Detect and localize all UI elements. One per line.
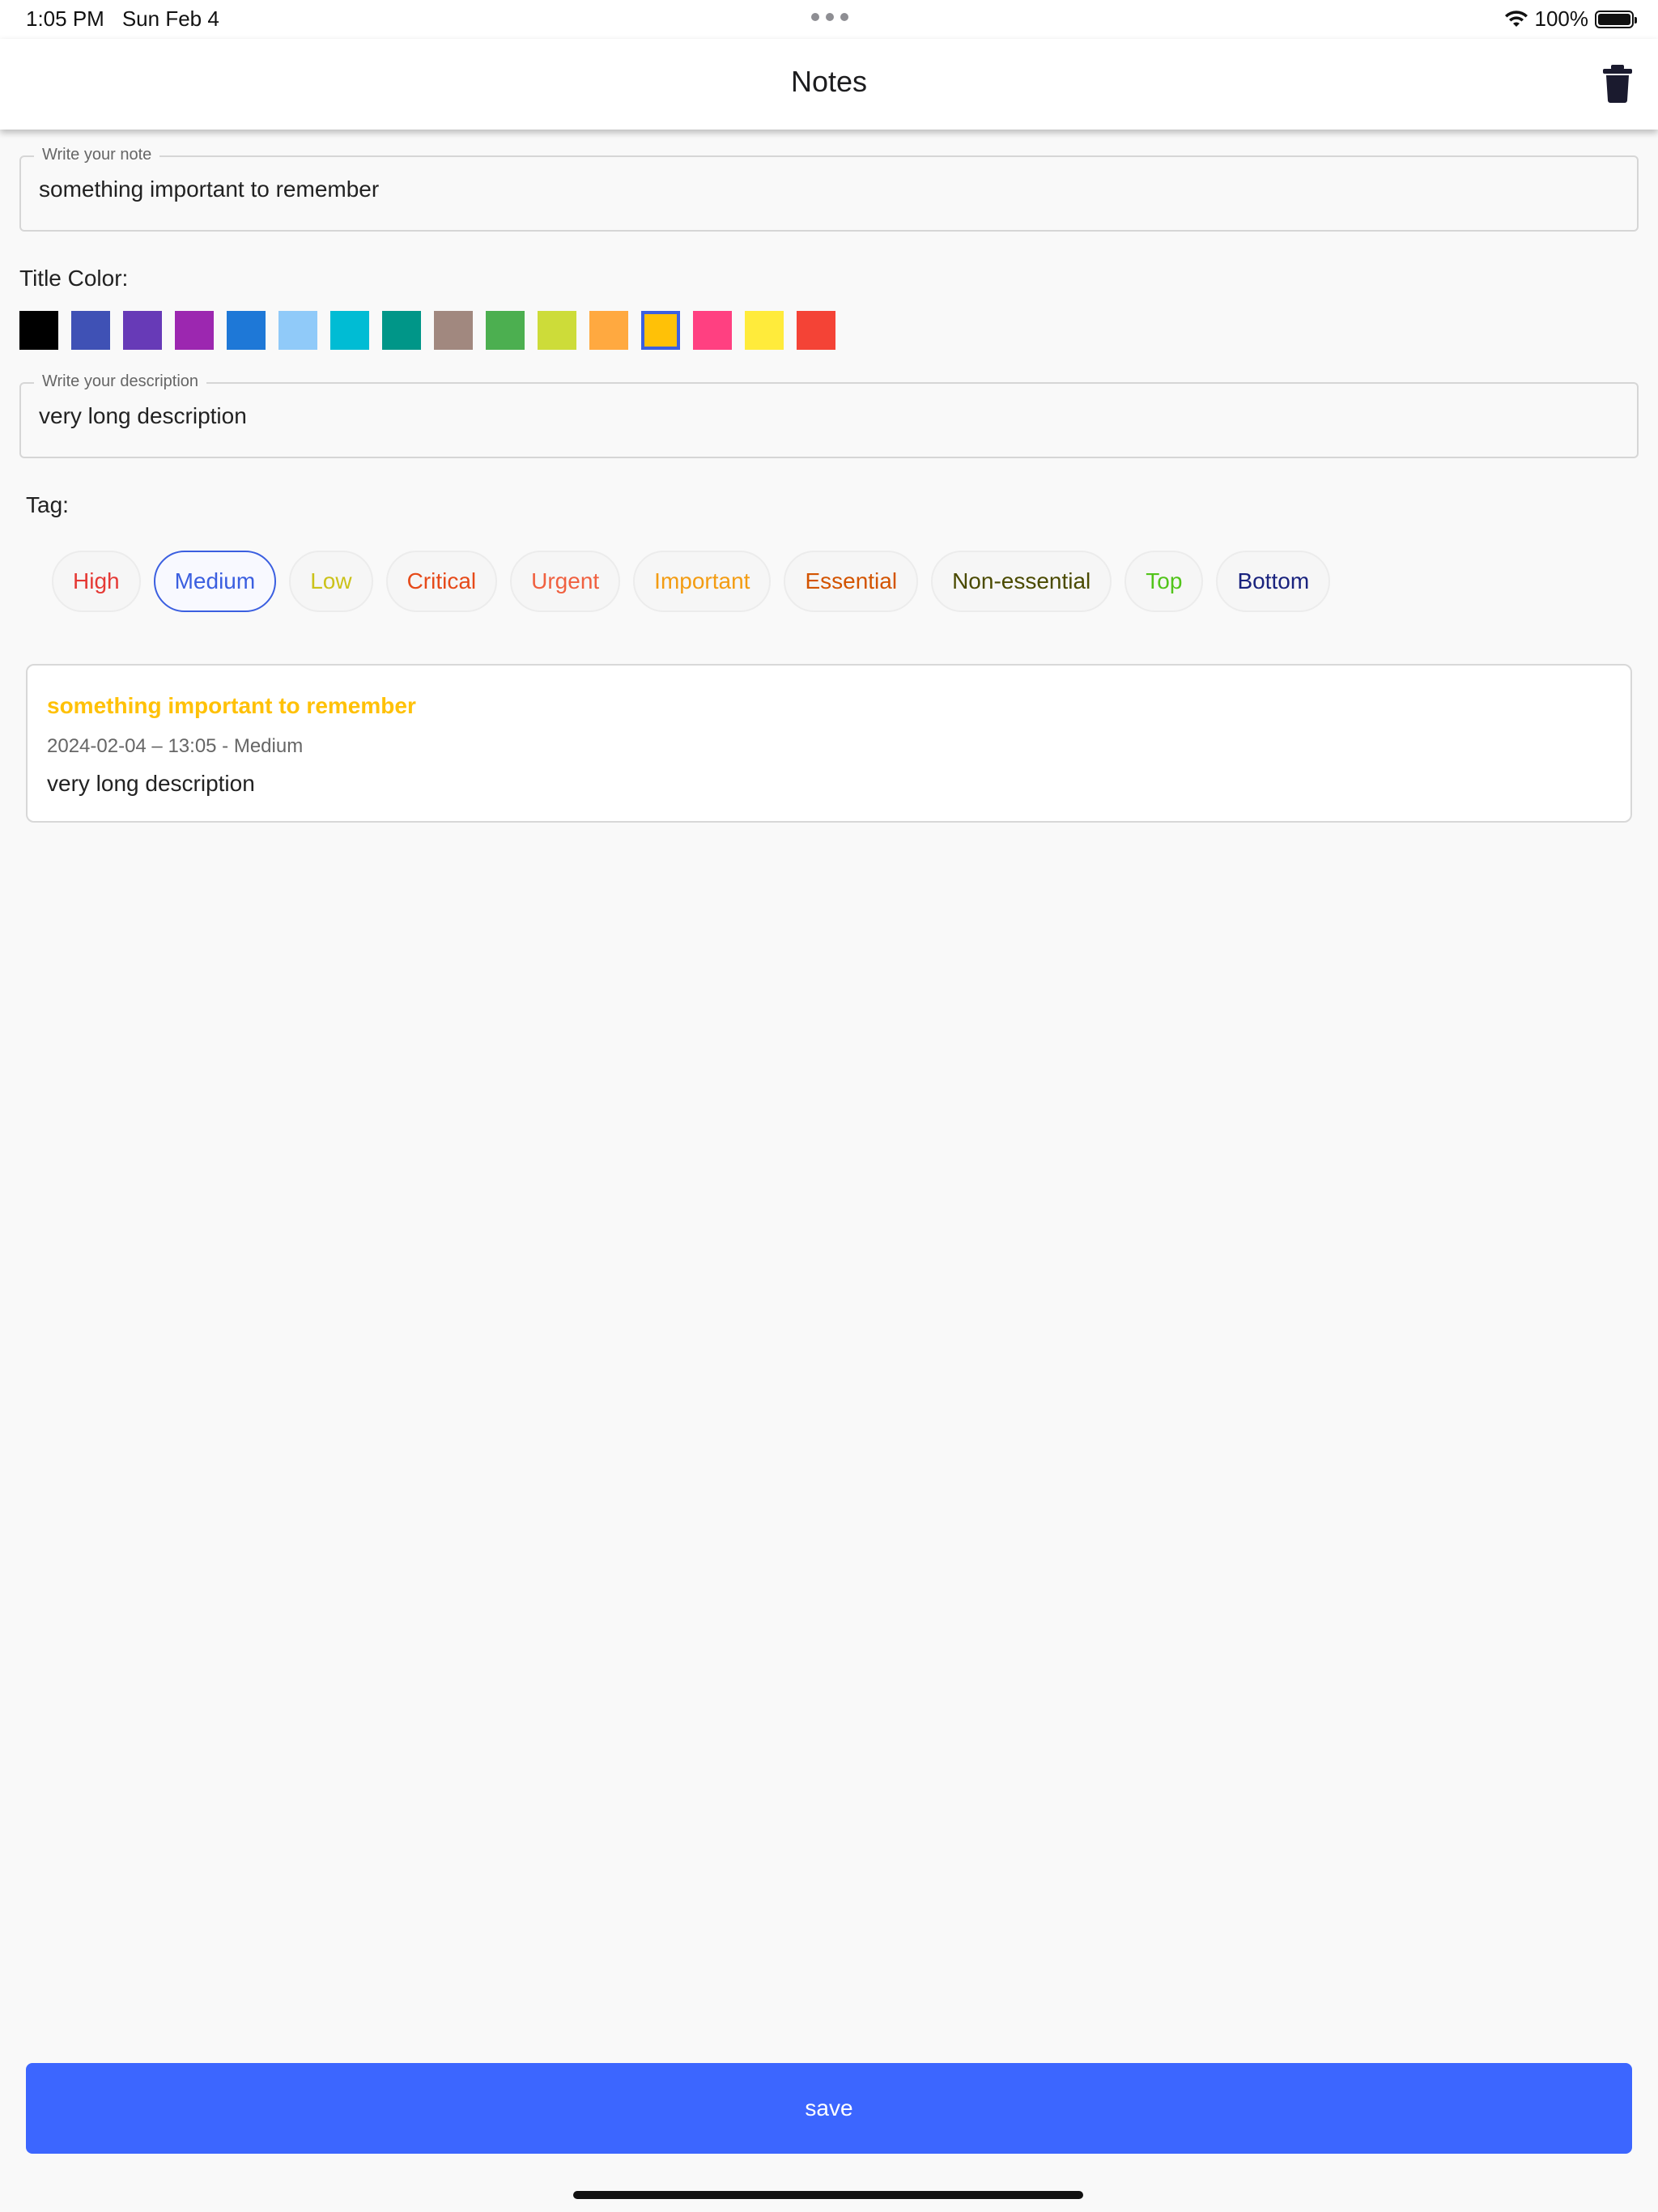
- color-swatch[interactable]: [19, 311, 58, 350]
- tag-chip-low[interactable]: Low: [289, 551, 373, 612]
- note-input[interactable]: [39, 172, 1577, 207]
- color-swatch[interactable]: [330, 311, 369, 350]
- delete-button[interactable]: [1600, 63, 1635, 104]
- description-field-label: Write your description: [34, 372, 207, 391]
- trash-icon: [1603, 65, 1632, 103]
- save-button[interactable]: save: [26, 2063, 1632, 2154]
- notes-screen: 1:05 PM Sun Feb 4 100% Notes Write your …: [0, 0, 1658, 2212]
- color-swatch[interactable]: [227, 311, 266, 350]
- wifi-icon: [1504, 10, 1528, 27]
- tag-chips: High Medium Low Critical Urgent Important Esse…: [52, 551, 1331, 612]
- status-time: 1:05 PM: [26, 6, 104, 31]
- note-card-description: very long description: [47, 771, 255, 796]
- note-card-title: something important to remember: [47, 693, 416, 718]
- description-field[interactable]: Write your description: [19, 372, 1639, 458]
- home-indicator[interactable]: [573, 2191, 1083, 2199]
- note-field-label: Write your note: [34, 146, 160, 164]
- tag-chip-critical[interactable]: Critical: [385, 551, 498, 612]
- battery-fill: [1598, 13, 1630, 25]
- tag-chip-urgent[interactable]: Urgent: [510, 551, 621, 612]
- status-date: Sun Feb 4: [121, 6, 219, 31]
- color-swatches: [19, 311, 835, 350]
- color-swatch[interactable]: [382, 311, 421, 350]
- multitasking-dots-icon[interactable]: [811, 13, 848, 21]
- color-swatch[interactable]: [434, 311, 473, 350]
- page-title: Notes: [790, 65, 868, 98]
- color-swatch[interactable]: [175, 311, 214, 350]
- note-field[interactable]: Write your note: [19, 146, 1639, 232]
- color-swatch[interactable]: [278, 311, 317, 350]
- tag-label: Tag:: [26, 492, 69, 517]
- app-bar: Notes: [0, 39, 1658, 130]
- tag-chip-important[interactable]: Important: [633, 551, 772, 612]
- tag-chip-bottom[interactable]: Bottom: [1216, 551, 1331, 612]
- tag-chip-medium[interactable]: Medium: [153, 551, 277, 612]
- tag-chip-high[interactable]: High: [52, 551, 141, 612]
- note-card-meta: 2024-02-04 – 13:05 - Medium: [47, 735, 304, 757]
- color-swatch[interactable]: [693, 311, 732, 350]
- color-swatch[interactable]: [589, 311, 628, 350]
- note-card[interactable]: something important to remember 2024-02-…: [26, 664, 1632, 823]
- status-left: 1:05 PM Sun Feb 4: [26, 6, 219, 32]
- color-swatch[interactable]: [486, 311, 525, 350]
- description-input[interactable]: [39, 398, 1577, 434]
- color-swatch[interactable]: [745, 311, 784, 350]
- battery-percent: 100%: [1534, 6, 1589, 31]
- battery-icon: [1595, 10, 1637, 28]
- tag-chip-top[interactable]: Top: [1124, 551, 1204, 612]
- status-bar: 1:05 PM Sun Feb 4 100%: [0, 0, 1658, 39]
- title-color-label: Title Color:: [19, 266, 129, 291]
- tag-chip-essential[interactable]: Essential: [784, 551, 919, 612]
- status-right: 100%: [1504, 6, 1637, 32]
- color-swatch[interactable]: [538, 311, 576, 350]
- color-swatch[interactable]: [71, 311, 110, 350]
- tag-chip-non-essential[interactable]: Non-essential: [931, 551, 1112, 612]
- color-swatch[interactable]: [123, 311, 162, 350]
- color-swatch[interactable]: [641, 311, 680, 350]
- color-swatch[interactable]: [797, 311, 835, 350]
